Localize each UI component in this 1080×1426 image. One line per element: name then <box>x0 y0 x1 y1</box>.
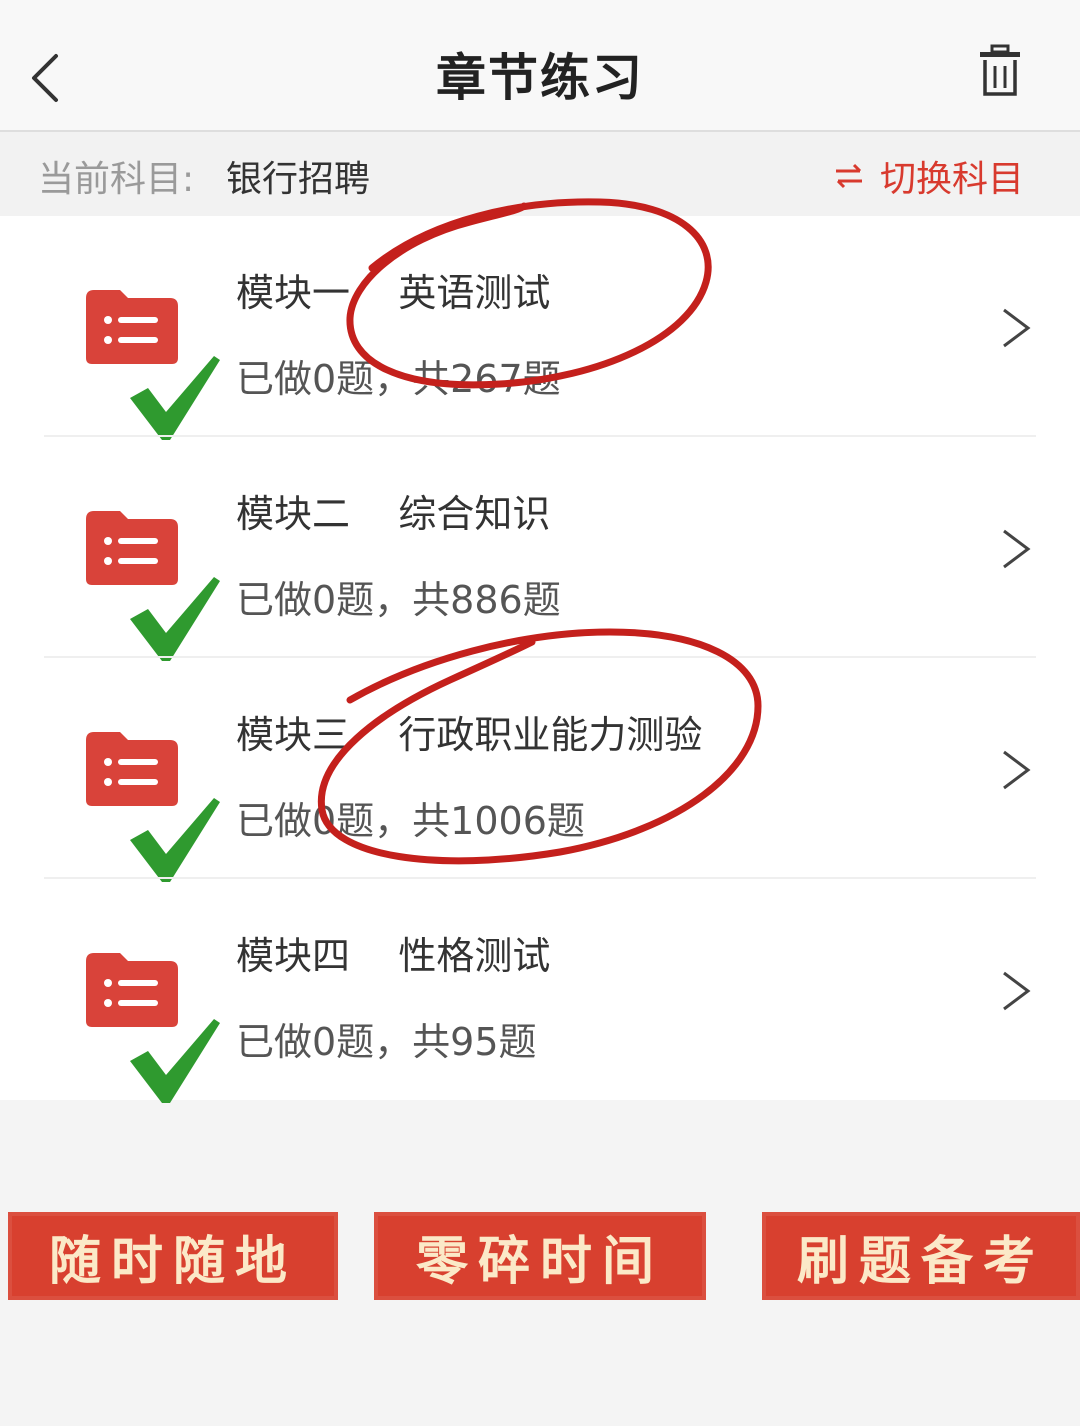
page-title: 章节练习 <box>436 49 644 107</box>
chevron-right-icon <box>1003 529 1031 569</box>
module-row[interactable]: 模块一 英语测试 已做0题，共267题 <box>0 216 1080 440</box>
module-row[interactable]: 模块三 行政职业能力测验 已做0题，共1006题 <box>0 658 1080 882</box>
slogan-banner: 零碎时间 <box>374 1212 706 1300</box>
subject-bar: 当前科目: 银行招聘 切换科目 <box>0 132 1080 216</box>
switch-subject-label: 切换科目 <box>879 159 1024 200</box>
module-title: 模块四 性格测试 <box>236 934 551 978</box>
module-progress: 已做0题，共1006题 <box>236 799 585 843</box>
subject-value: 银行招聘 <box>226 159 371 200</box>
delete-button[interactable] <box>976 44 1024 100</box>
slogan-banner: 随时随地 <box>8 1212 338 1300</box>
module-title: 模块三 行政职业能力测验 <box>236 713 703 757</box>
trash-icon <box>980 44 1020 96</box>
module-row[interactable]: 模块四 性格测试 已做0题，共95题 <box>0 879 1080 1103</box>
switch-subject-button[interactable]: 切换科目 <box>834 150 1024 202</box>
module-progress: 已做0题，共95题 <box>236 1020 537 1064</box>
module-row[interactable]: 模块二 综合知识 已做0题，共886题 <box>0 437 1080 661</box>
check-mark-icon <box>130 577 220 661</box>
module-progress: 已做0题，共886题 <box>236 578 561 622</box>
slogan-banner: 刷题备考 <box>762 1212 1080 1300</box>
chevron-right-icon <box>1003 971 1031 1011</box>
chevron-right-icon <box>1003 750 1031 790</box>
check-mark-icon <box>130 356 220 440</box>
navigation-bar: 章节练习 <box>0 0 1080 132</box>
subject-label: 当前科目: <box>38 159 195 200</box>
module-title: 模块二 综合知识 <box>236 492 551 536</box>
module-progress: 已做0题，共267题 <box>236 357 561 401</box>
swap-arrows-icon <box>835 163 862 189</box>
check-mark-icon <box>130 798 220 882</box>
check-mark-icon <box>130 1019 220 1103</box>
module-title: 模块一 英语测试 <box>236 271 551 315</box>
chevron-right-icon <box>1003 308 1031 348</box>
module-list: 模块一 英语测试 已做0题，共267题 模块二 综合知识 已做0题，共886题 <box>0 216 1080 1103</box>
